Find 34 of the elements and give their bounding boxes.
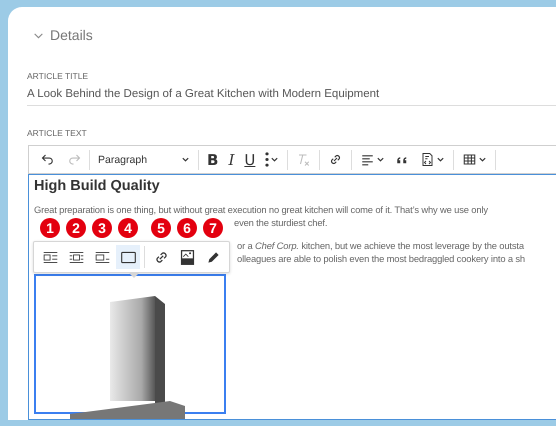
caret-icon <box>376 155 386 164</box>
bold-button[interactable]: B <box>203 148 222 170</box>
field-label: ARTICLE TITLE <box>27 71 90 81</box>
redo-icon <box>66 152 81 167</box>
code-document-icon <box>420 152 436 167</box>
paragraph-line: olleagues are able to polish even the most bedraggled cookery into a sh <box>237 252 525 265</box>
field-label: ARTICLE TEXT <box>27 128 88 138</box>
alt-text-icon <box>178 248 196 266</box>
caret-icon <box>478 155 488 164</box>
table-icon <box>462 152 478 167</box>
underline-button[interactable]: U <box>240 148 260 170</box>
number-badge: 3 <box>92 218 112 238</box>
caret-icon <box>181 155 190 164</box>
caret-icon <box>270 155 280 164</box>
caret-icon <box>436 155 446 164</box>
number-badge: 6 <box>177 218 197 238</box>
paragraph-line: Great preparation is one thing, but without great execution no great kitchen will come of it. That’s why we use only <box>34 204 488 216</box>
clear-format-icon <box>296 152 312 167</box>
vertical-dots-icon <box>265 152 270 167</box>
paragraph-format-dropdown[interactable]: Paragraph <box>94 148 194 170</box>
align-left-icon <box>360 152 376 167</box>
italic-button[interactable]: I <box>224 148 238 170</box>
content-heading: High Build Quality <box>34 178 161 194</box>
number-badge: 1 <box>40 218 60 238</box>
rich-text-editor[interactable] <box>28 174 556 420</box>
undo-icon <box>41 152 56 167</box>
title-input-field[interactable]: A Look Behind the Design of a Great Kitchen with Modern Equipment <box>27 81 556 106</box>
paragraph-line: even the sturdiest chef. <box>234 216 328 229</box>
paragraph-line: or a Chef Corp. kitchen, but we achieve the most leverage by the outsta <box>237 240 524 252</box>
number-badge: 7 <box>203 218 223 238</box>
details-section-toggle[interactable]: Details <box>33 27 556 43</box>
number-badge: 4 <box>118 218 138 238</box>
number-badge: 5 <box>151 218 171 238</box>
number-badge: 2 <box>66 218 86 238</box>
